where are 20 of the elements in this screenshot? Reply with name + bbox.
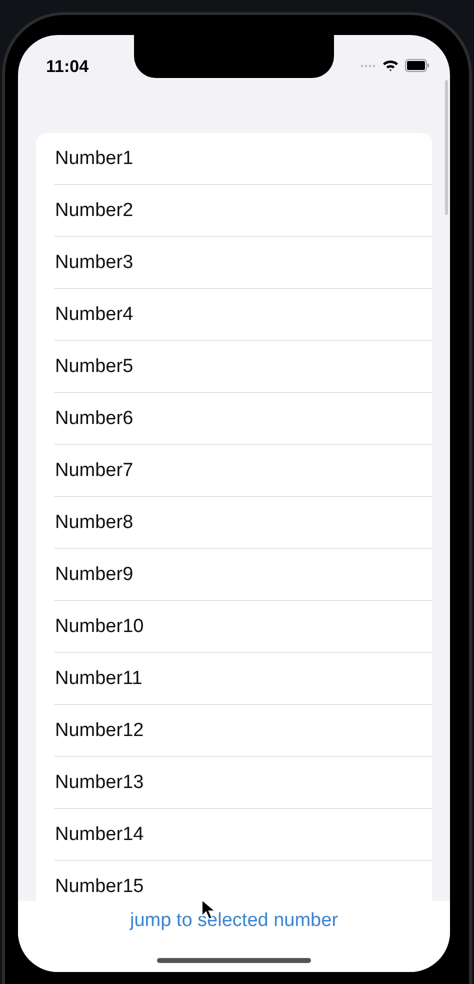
list-item[interactable]: Number1 [54, 148, 134, 170]
list-item[interactable]: Number14 [54, 824, 144, 846]
list-item[interactable]: Number4 [54, 304, 134, 326]
list-item[interactable]: Number10 [54, 616, 144, 638]
list-item[interactable]: Number6 [54, 408, 134, 430]
list-item[interactable]: Number12 [54, 720, 144, 742]
list-item[interactable]: Number3 [54, 252, 134, 274]
list-item[interactable]: Number7 [54, 460, 134, 482]
list-item[interactable]: Number5 [54, 356, 134, 378]
list-item[interactable]: Number2 [54, 200, 134, 222]
list-item[interactable]: Number8 [54, 512, 134, 534]
list-item[interactable]: Number13 [54, 772, 144, 794]
list-item[interactable]: Number15 [54, 876, 144, 898]
list-item[interactable]: Number9 [54, 564, 134, 586]
wifi-icon [382, 59, 399, 72]
status-time: 11:04 [46, 57, 89, 77]
battery-icon [405, 59, 430, 72]
signal-icon [360, 64, 376, 68]
list-item[interactable]: Number11 [54, 668, 142, 690]
jump-button[interactable]: jump to selected number [128, 910, 340, 932]
